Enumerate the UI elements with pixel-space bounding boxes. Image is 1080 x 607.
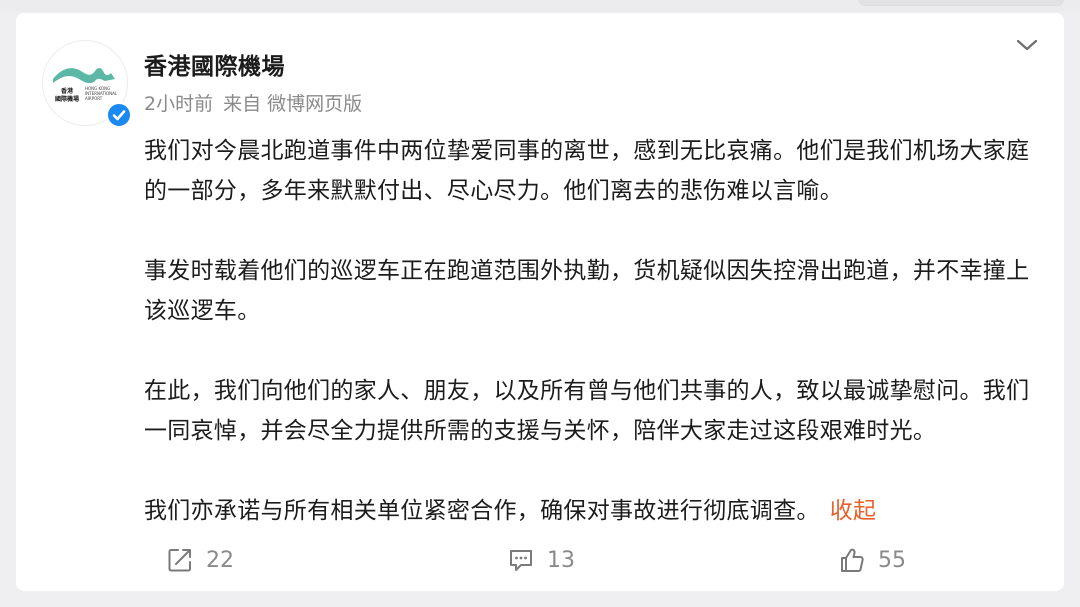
comment-button[interactable]: 13 (507, 543, 575, 577)
post-paragraph-4-text: 我们亦承诺与所有相关单位紧密合作，确保对事故进行彻底调查。 (144, 498, 820, 524)
post-source: 来自 微博网页版 (223, 93, 363, 115)
page: 香港 國際機場 HONG KONG INTERNATIONAL AIRPORT … (0, 0, 1080, 607)
share-icon (168, 549, 191, 572)
post-body: 我们对今晨北跑道事件中两位挚爱同事的离世，感到无比哀痛。他们是我们机场大家庭的一… (144, 131, 1044, 531)
post-paragraph-3: 在此，我们向他们的家人、朋友，以及所有曾与他们共事的人，致以最诚挚慰问。我们一同… (144, 378, 1030, 444)
post-meta: 2小时前 来自 微博网页版 (144, 89, 372, 116)
top-strip (0, 0, 1080, 12)
chevron-down-icon[interactable] (1014, 35, 1040, 55)
like-button[interactable]: 55 (838, 543, 906, 577)
svg-text:AIRPORT: AIRPORT (85, 96, 103, 101)
author-name[interactable]: 香港國際機場 (144, 47, 285, 81)
svg-text:香港: 香港 (60, 87, 74, 95)
repost-button[interactable]: 22 (166, 543, 234, 577)
post-paragraph-2: 事发时载着他们的巡逻车正在跑道范围外执勤，货机疑似因失控滑出跑道，并不幸撞上该巡… (144, 258, 1030, 324)
collapse-link[interactable]: 收起 (830, 498, 877, 524)
post-paragraph-1: 我们对今晨北跑道事件中两位挚爱同事的离世，感到无比哀痛。他们是我们机场大家庭的一… (144, 138, 1030, 204)
post-paragraph-4: 我们亦承诺与所有相关单位紧密合作，确保对事故进行彻底调查。 收起 (144, 491, 1044, 531)
verified-badge-icon (106, 102, 132, 128)
top-search-pill[interactable] (858, 0, 1064, 6)
comment-icon (510, 550, 532, 571)
comment-count: 13 (547, 547, 575, 573)
thumbs-up-icon (841, 548, 864, 572)
repost-count: 22 (206, 547, 234, 573)
weibo-post-card: 香港 國際機場 HONG KONG INTERNATIONAL AIRPORT … (16, 13, 1064, 591)
post-action-bar: 22 13 55 (16, 543, 1064, 577)
post-time[interactable]: 2小时前 (144, 93, 213, 115)
like-count: 55 (878, 547, 906, 573)
svg-text:國際機場: 國際機場 (55, 95, 79, 103)
